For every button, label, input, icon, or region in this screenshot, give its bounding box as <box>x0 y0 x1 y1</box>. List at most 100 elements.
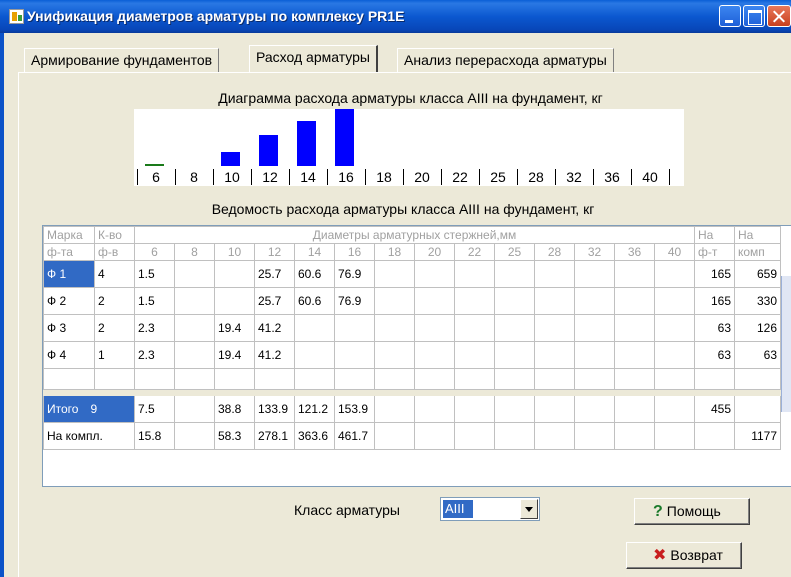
table-cell[interactable] <box>494 287 535 315</box>
row-count[interactable]: 2 <box>94 287 135 315</box>
table-cell[interactable]: 165 <box>694 260 735 288</box>
table-cell[interactable] <box>694 422 735 450</box>
table-cell[interactable]: 63 <box>694 341 735 369</box>
table-cell[interactable] <box>654 314 695 342</box>
table-cell[interactable] <box>614 395 655 423</box>
table-cell[interactable] <box>494 341 535 369</box>
table-cell[interactable] <box>694 368 735 390</box>
table-row-empty[interactable] <box>43 368 781 390</box>
row-count[interactable]: 4 <box>94 260 135 288</box>
table-cell[interactable]: 63 <box>734 341 781 369</box>
table-cell[interactable] <box>414 395 455 423</box>
table-cell[interactable] <box>454 341 495 369</box>
app-icon[interactable] <box>9 9 24 24</box>
table-cell[interactable] <box>534 422 575 450</box>
table-cell[interactable]: 60.6 <box>294 287 335 315</box>
row-mark[interactable]: Ф 4 <box>43 341 95 369</box>
tab-rebar-consumption[interactable]: Расход арматуры <box>249 45 378 72</box>
table-cell[interactable] <box>454 422 495 450</box>
table-cell[interactable] <box>414 314 455 342</box>
table-row[interactable]: Ф 4 1 2.3 19.4 41.2 63 63 <box>43 341 781 369</box>
table-cell[interactable] <box>94 368 135 390</box>
table-cell[interactable] <box>374 395 415 423</box>
per-complex-row[interactable]: На компл. 15.8 58.3 278.1 363.6 461.7 1177 <box>43 422 781 450</box>
table-cell[interactable] <box>534 314 575 342</box>
table-cell[interactable]: 363.6 <box>294 422 335 450</box>
table-cell[interactable] <box>734 395 781 423</box>
table-cell[interactable] <box>214 368 255 390</box>
table-cell[interactable] <box>414 341 455 369</box>
table-cell[interactable] <box>374 287 415 315</box>
table-cell[interactable] <box>614 422 655 450</box>
table-cell[interactable] <box>174 368 215 390</box>
table-cell[interactable]: 2.3 <box>134 314 175 342</box>
table-cell[interactable] <box>414 422 455 450</box>
back-button[interactable]: ✖ Возврат <box>626 542 742 569</box>
table-cell[interactable] <box>654 260 695 288</box>
table-cell[interactable]: 330 <box>734 287 781 315</box>
table-cell[interactable]: 63 <box>694 314 735 342</box>
table-cell[interactable] <box>574 422 615 450</box>
row-count[interactable]: 1 <box>94 341 135 369</box>
chevron-down-icon[interactable] <box>520 499 538 519</box>
table-row[interactable]: Ф 2 2 1.5 25.7 60.6 76.9 165 330 <box>43 287 781 315</box>
table-cell[interactable] <box>174 260 215 288</box>
table-cell[interactable] <box>574 368 615 390</box>
minimize-button[interactable] <box>719 5 741 27</box>
table-cell[interactable]: 455 <box>694 395 735 423</box>
table-cell[interactable] <box>174 422 215 450</box>
table-cell[interactable] <box>454 368 495 390</box>
table-cell[interactable] <box>374 422 415 450</box>
table-cell[interactable] <box>454 260 495 288</box>
table-cell[interactable]: 76.9 <box>334 287 375 315</box>
table-cell[interactable] <box>294 314 335 342</box>
table-cell[interactable] <box>374 260 415 288</box>
table-cell[interactable]: 58.3 <box>214 422 255 450</box>
consumption-grid[interactable]: Марка К-во Диаметры арматурных стержней,… <box>42 225 791 487</box>
table-cell[interactable] <box>174 395 215 423</box>
table-cell[interactable] <box>494 314 535 342</box>
table-cell[interactable]: 121.2 <box>294 395 335 423</box>
table-cell[interactable] <box>574 287 615 315</box>
table-cell[interactable]: 133.9 <box>254 395 295 423</box>
table-cell[interactable] <box>494 422 535 450</box>
table-cell[interactable]: 76.9 <box>334 260 375 288</box>
table-cell[interactable] <box>534 287 575 315</box>
total-row[interactable]: Итого 9 7.5 38.8 133.9 121.2 153.9 455 <box>43 395 781 423</box>
table-cell[interactable] <box>574 341 615 369</box>
table-cell[interactable]: 659 <box>734 260 781 288</box>
table-cell[interactable]: 19.4 <box>214 314 255 342</box>
table-cell[interactable] <box>334 314 375 342</box>
table-cell[interactable] <box>374 314 415 342</box>
table-cell[interactable] <box>614 341 655 369</box>
table-cell[interactable] <box>654 287 695 315</box>
maximize-button[interactable] <box>743 5 765 27</box>
table-cell[interactable]: 165 <box>694 287 735 315</box>
table-cell[interactable]: 38.8 <box>214 395 255 423</box>
table-cell[interactable] <box>174 341 215 369</box>
table-cell[interactable] <box>734 368 781 390</box>
table-cell[interactable]: 60.6 <box>294 260 335 288</box>
table-cell[interactable] <box>374 368 415 390</box>
total-label[interactable]: Итого 9 <box>43 395 135 423</box>
per-complex-label[interactable]: На компл. <box>43 422 135 450</box>
table-cell[interactable] <box>654 341 695 369</box>
row-mark[interactable]: Ф 1 <box>43 260 95 288</box>
tab-foundation-reinforcement[interactable]: Армирование фундаментов <box>24 48 220 72</box>
table-cell[interactable]: 1177 <box>734 422 781 450</box>
table-cell[interactable] <box>614 368 655 390</box>
table-cell[interactable] <box>174 287 215 315</box>
table-cell[interactable] <box>254 368 295 390</box>
table-cell[interactable] <box>414 368 455 390</box>
table-cell[interactable] <box>654 368 695 390</box>
table-cell[interactable] <box>574 314 615 342</box>
table-cell[interactable] <box>43 368 95 390</box>
table-cell[interactable] <box>614 260 655 288</box>
table-cell[interactable]: 278.1 <box>254 422 295 450</box>
row-count[interactable]: 2 <box>94 314 135 342</box>
table-cell[interactable] <box>534 260 575 288</box>
table-cell[interactable] <box>494 260 535 288</box>
table-row[interactable]: Ф 1 4 1.5 25.7 60.6 76.9 165 659 <box>43 260 781 288</box>
row-mark[interactable]: Ф 2 <box>43 287 95 315</box>
table-cell[interactable] <box>534 341 575 369</box>
